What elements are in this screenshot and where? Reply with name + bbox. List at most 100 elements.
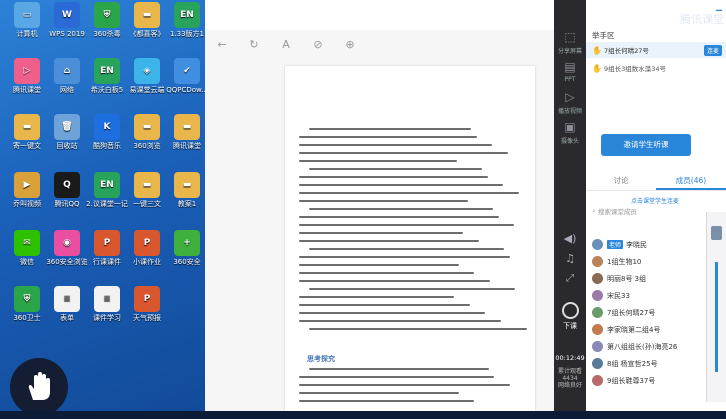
desktop-icon[interactable]: ⛨ 360卫士 — [6, 286, 48, 322]
desktop-icon[interactable]: ▬ 一键三文 — [126, 172, 168, 208]
desktop-icon[interactable]: ▷ 腾讯课堂 — [6, 58, 48, 94]
cursor-icon[interactable]: ⊕ — [343, 38, 357, 51]
document-text — [299, 128, 527, 336]
member-row[interactable]: 宋民33 — [586, 287, 704, 304]
tool-camera[interactable]: ▣ 摄像头 — [554, 120, 586, 145]
doc-section-heading: 思考探究 — [307, 355, 335, 363]
raise-hand-row[interactable]: ✋ 9组长3组数水藻34号 — [586, 60, 726, 76]
expand-icon[interactable]: ⤢ — [554, 273, 586, 284]
desktop-icon[interactable]: ⌂ 网络 — [46, 58, 88, 94]
link-icon[interactable]: ⊘ — [311, 38, 325, 51]
member-row[interactable]: 9组长鞋尊37号 — [586, 372, 704, 389]
desktop-icon[interactable]: Q 腾讯QQ — [46, 172, 88, 208]
text-line — [299, 184, 504, 186]
hand-raise-icon[interactable] — [10, 358, 68, 416]
member-row[interactable]: 老师 李晓民 — [586, 236, 704, 253]
text-line — [299, 256, 510, 258]
desktop-icon[interactable]: P 小课作业 — [126, 230, 168, 266]
tool-ppt[interactable]: ▤ PPT — [554, 60, 586, 83]
music-icon[interactable]: ♫ — [554, 252, 586, 265]
text-line — [299, 216, 499, 218]
desktop-icon[interactable]: ▬ 《都喜客》 — [126, 2, 168, 38]
desktop-icon[interactable]: P 行课课件 — [86, 230, 128, 266]
desktop-icon-label: 360安全 — [173, 258, 201, 266]
text-line — [299, 136, 477, 138]
desktop-icon[interactable]: ≡ 课件学习 — [86, 286, 128, 322]
camera-icon: ▣ — [564, 120, 576, 134]
en-app-icon: EN — [94, 58, 120, 84]
back-icon[interactable]: ← — [215, 38, 229, 51]
member-row[interactable]: 第八组组长(孙)海亮26 — [586, 338, 704, 355]
desktop-icon[interactable]: ▬ 腾讯课堂 — [166, 114, 205, 150]
volume-icon[interactable]: ◀) — [554, 232, 586, 245]
minimize-icon[interactable]: ▁ — [716, 2, 722, 11]
desktop-icon[interactable]: ✉ 微信 — [6, 230, 48, 266]
desktop-icon[interactable]: ✔ QQPCDow... — [166, 58, 205, 94]
desktop-icon[interactable]: EN 1.33版方1 — [166, 2, 205, 38]
tab-discussion[interactable]: 讨论 — [586, 172, 656, 190]
desktop-icon[interactable]: ⛨ 360杀毒 — [86, 2, 128, 38]
redo-icon[interactable]: ↻ — [247, 38, 261, 51]
desktop-icon[interactable]: 🗑 回收站 — [46, 114, 88, 150]
invite-student-button[interactable]: 邀请学生听课 — [601, 134, 691, 156]
viewer-toolbar: ← ↻ A ⊘ ⊕ — [205, 30, 554, 58]
desktop-icon[interactable]: W WPS 2019 — [46, 2, 88, 38]
desktop-icon-label: 腾讯课堂 — [173, 142, 201, 150]
end-class-label: 下课 — [563, 322, 577, 330]
classroom-tool-column: ⬚ 分享屏幕 ▤ PPT ▷ 播放视频 ▣ 摄像头 ◀) ♫ ⤢ 下课 00:12:49 累计… — [554, 0, 586, 419]
desktop-icon[interactable]: ◉ 360安全浏览 — [46, 230, 88, 266]
desktop-icon-label: WPS 2019 — [49, 30, 85, 38]
desktop-icon-label: 2.议课堂一记 — [86, 200, 128, 208]
connect-button[interactable]: 连麦 — [703, 44, 722, 56]
desktop-icon[interactable]: ▬ 360浏览 — [126, 114, 168, 150]
member-search-input[interactable]: ⌕ 搜索课堂成员 — [592, 205, 692, 217]
kugou-icon: K — [94, 114, 120, 140]
mic-level-bar — [715, 262, 718, 372]
video-icon: ▶ — [14, 172, 40, 198]
raise-hand-row[interactable]: ✋ 7组长何晴27号 连麦 — [586, 42, 726, 58]
desktop-icon[interactable]: ◈ 易课堂云端 — [126, 58, 168, 94]
tab-members[interactable]: 成员(46) — [656, 172, 726, 190]
member-row[interactable]: 1组生物10 — [586, 253, 704, 270]
text-line — [309, 168, 483, 170]
text-line — [299, 304, 470, 306]
qq-icon: Q — [54, 172, 80, 198]
end-class-button[interactable]: 下课 — [554, 302, 586, 331]
desktop-icon[interactable]: ▶ 乔叫视频 — [6, 172, 48, 208]
text-line — [309, 128, 472, 130]
desktop-icon[interactable]: K 酷狗音乐 — [86, 114, 128, 150]
avatar — [592, 307, 603, 318]
tool-play-video[interactable]: ▷ 播放视频 — [554, 90, 586, 115]
member-list: 老师 李晓民 1组生物10 明丽8号 3组 宋民33 7组长何晴27号李家晓第二组4号第八… — [586, 236, 704, 389]
floating-camera-window[interactable] — [706, 212, 726, 402]
desktop-icon-label: 教案1 — [177, 200, 197, 208]
panel-title: 腾讯课堂 — [680, 13, 724, 26]
avatar — [592, 290, 603, 301]
raise-hand-name: 7组长何晴27号 — [603, 47, 649, 55]
desktop-icon[interactable]: ▬ 寄一键文 — [6, 114, 48, 150]
panel-tabs: 讨论 成员(46) — [586, 172, 726, 191]
tool-share-screen[interactable]: ⬚ 分享屏幕 — [554, 30, 586, 55]
folder-icon: ▬ — [14, 114, 40, 140]
cloud-app-icon: ▷ — [14, 58, 40, 84]
member-row[interactable]: 李家晓第二组4号 — [586, 321, 704, 338]
shield-360-icon: ⛨ — [14, 286, 40, 312]
member-row[interactable]: 7组长何晴27号 — [586, 304, 704, 321]
desktop-icon[interactable]: ▭ 计算机 — [6, 2, 48, 38]
desktop-icon[interactable]: EN 希沃白板5 — [86, 58, 128, 94]
desktop-icon[interactable]: ▬ 教案1 — [166, 172, 205, 208]
desktop-icon[interactable]: EN 2.议课堂一记 — [86, 172, 128, 208]
member-name: 李家晓第二组4号 — [607, 325, 661, 334]
member-row[interactable]: 8组 杨宣哲25号 — [586, 355, 704, 372]
viewer-top-strip — [205, 0, 554, 30]
document-page: 思考探究 — [285, 66, 535, 419]
search-placeholder: 搜索课堂成员 — [597, 208, 637, 216]
doc-icon: ≡ — [54, 286, 80, 312]
text-icon[interactable]: A — [279, 38, 293, 51]
class-side-panel: 腾讯课堂 ▁ 举手区 ✋ 7组长何晴27号 连麦 ✋ 9组长3组数水藻34号 邀… — [586, 0, 726, 419]
desktop-icon[interactable]: +360安全 — [166, 230, 205, 266]
desktop-icon[interactable]: P 天气预报 — [126, 286, 168, 322]
desktop-icon[interactable]: ≡ 表单 — [46, 286, 88, 322]
folder-icon: ▬ — [134, 114, 160, 140]
member-row[interactable]: 明丽8号 3组 — [586, 270, 704, 287]
